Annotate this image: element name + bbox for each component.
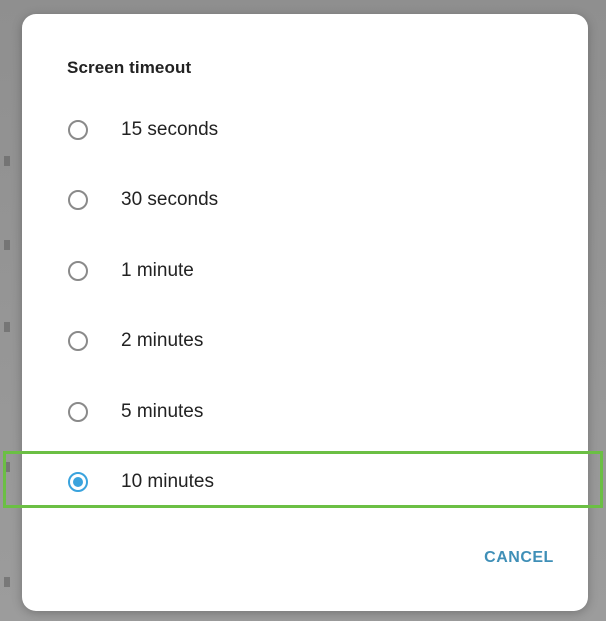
- radio-button[interactable]: [68, 190, 88, 210]
- option-label: 5 minutes: [121, 401, 204, 422]
- option-label: 30 seconds: [121, 189, 219, 210]
- background-fragment: [4, 322, 10, 332]
- background-fragment: [4, 462, 10, 472]
- option-10-minutes[interactable]: 10 minutes: [22, 458, 588, 510]
- radio-button[interactable]: [68, 331, 88, 351]
- radio-button[interactable]: [68, 402, 88, 422]
- option-label: 1 minute: [121, 260, 194, 281]
- screen-timeout-dialog: Screen timeout 15 seconds 30 seconds 1 m…: [22, 14, 588, 611]
- option-label: 15 seconds: [121, 119, 219, 140]
- option-15-seconds[interactable]: 15 seconds: [22, 106, 588, 158]
- radio-button-selected[interactable]: [68, 472, 88, 492]
- dialog-title: Screen timeout: [67, 58, 192, 77]
- option-label: 2 minutes: [121, 330, 204, 351]
- option-1-minute[interactable]: 1 minute: [22, 247, 588, 299]
- option-5-minutes[interactable]: 5 minutes: [22, 388, 588, 440]
- background-fragment: [4, 156, 10, 166]
- background-fragment: [4, 240, 10, 250]
- option-30-seconds[interactable]: 30 seconds: [22, 176, 588, 228]
- cancel-button[interactable]: CANCEL: [474, 540, 564, 576]
- radio-button[interactable]: [68, 120, 88, 140]
- radio-button[interactable]: [68, 261, 88, 281]
- background-fragment: [4, 577, 10, 587]
- option-2-minutes[interactable]: 2 minutes: [22, 317, 588, 369]
- option-label: 10 minutes: [121, 471, 214, 492]
